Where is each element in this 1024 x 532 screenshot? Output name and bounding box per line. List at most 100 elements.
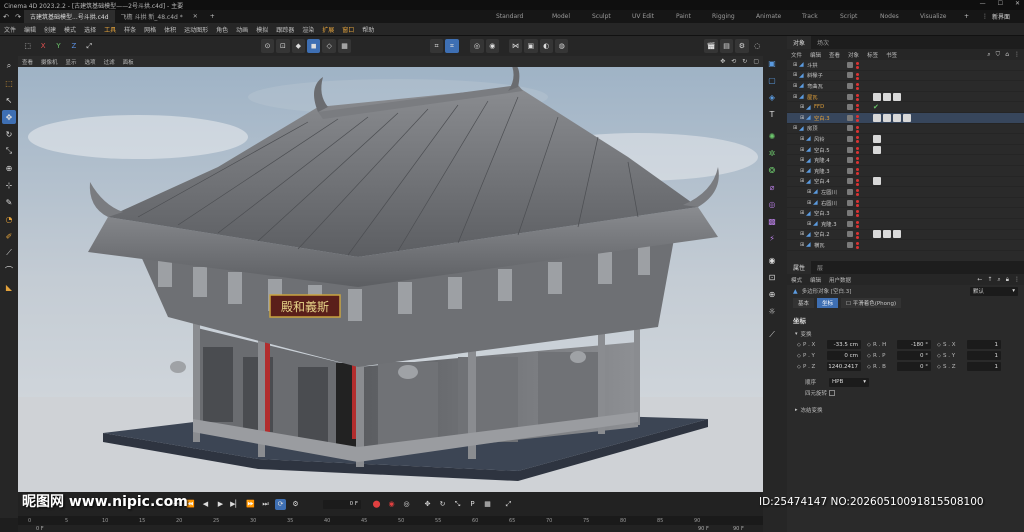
pose-icon[interactable]: ◍ — [554, 39, 569, 53]
am-up-icon[interactable]: ↑ — [987, 276, 992, 283]
play-icon[interactable]: ▶ — [215, 499, 226, 510]
editor-dot[interactable] — [856, 182, 859, 186]
cloner-icon[interactable]: ✲ — [765, 146, 779, 160]
object-tag-icon[interactable] — [873, 145, 881, 154]
text-create-icon[interactable]: T — [765, 107, 779, 121]
render-dot[interactable] — [856, 199, 859, 203]
effector-icon[interactable]: ❂ — [765, 163, 779, 177]
object-tag-icon[interactable] — [883, 230, 891, 239]
editor-dot[interactable] — [856, 87, 859, 91]
visibility-toggle[interactable] — [847, 241, 853, 248]
model-mode-icon[interactable]: ⊙ — [260, 39, 275, 53]
render-dot[interactable] — [856, 114, 859, 118]
close-icon[interactable]: ✕ — [1015, 0, 1020, 7]
editor-dot[interactable] — [856, 171, 859, 175]
pen-icon[interactable]: ✎ — [2, 195, 16, 209]
object-row[interactable]: ⊞ ◢ 横瓦 — [787, 240, 1024, 251]
paint-icon[interactable]: ◔ — [2, 212, 16, 226]
object-name[interactable]: 弯曲瓦 — [807, 82, 823, 90]
editor-dot[interactable] — [856, 161, 859, 165]
editor-dot[interactable] — [856, 76, 859, 80]
menu-extensions[interactable]: 扩展 — [318, 25, 338, 34]
generator-icon[interactable]: ◈ — [765, 90, 779, 104]
object-row[interactable]: ⊞ ◢ 房顶 — [787, 124, 1024, 135]
scale-field[interactable]: 1 — [967, 340, 1001, 349]
editor-dot[interactable] — [856, 150, 859, 154]
layout-model[interactable]: Model — [552, 13, 592, 20]
object-name[interactable]: 横瓦 — [814, 241, 825, 249]
tag-icon[interactable]: ⟋ — [765, 328, 779, 342]
rotate-icon[interactable]: ↻ — [2, 127, 16, 141]
layout-standard[interactable]: Standard — [496, 13, 552, 20]
tab-layers[interactable]: 层 — [811, 261, 829, 274]
om-menu-file[interactable]: 文件 — [787, 51, 806, 59]
visibility-toggle[interactable] — [847, 93, 853, 100]
object-tag-icon[interactable] — [873, 134, 881, 143]
om-filter-icon[interactable]: ⛉ — [996, 51, 1001, 59]
visibility-toggle[interactable] — [847, 210, 853, 217]
render-dot[interactable] — [856, 210, 859, 214]
render-dot[interactable] — [856, 189, 859, 193]
scale-field[interactable]: 1 — [967, 351, 1001, 360]
edges-mode-icon[interactable]: ◇ — [322, 39, 336, 53]
select-tool-icon[interactable]: ↖ — [2, 93, 16, 107]
vp-menu-view[interactable]: 查看 — [18, 58, 37, 66]
render-dot[interactable] — [856, 157, 859, 161]
prev-frame-icon[interactable]: ◀ — [200, 499, 211, 510]
3d-viewport[interactable]: 殿和義斯 — [18, 67, 763, 492]
loop-icon[interactable]: ⟳ — [275, 498, 286, 510]
environment-icon[interactable]: ⊕ — [765, 287, 779, 301]
object-tag-icon[interactable] — [893, 113, 901, 122]
visibility-toggle[interactable] — [847, 157, 853, 164]
enabled-check-icon[interactable]: ✔ — [873, 103, 879, 111]
render-dot[interactable] — [856, 104, 859, 108]
mode-dropdown[interactable]: 默认 ▾ — [970, 286, 1018, 296]
editor-dot[interactable] — [856, 97, 859, 101]
layout-visualize[interactable]: Visualize — [920, 13, 964, 20]
uv-mode-icon[interactable]: ▦ — [337, 39, 352, 53]
object-name[interactable]: 空白.3 — [814, 209, 830, 217]
subtab-phong[interactable]: ☐ 平滑着色(Phong) — [841, 298, 902, 308]
object-row[interactable]: ⊞ ◢ 风铃 — [787, 134, 1024, 145]
lock-workplane-icon[interactable]: ◉ — [485, 39, 500, 53]
object-row[interactable]: ⊞ ◢ 左圆川 — [787, 187, 1024, 198]
range-end-max[interactable]: 90 F — [733, 526, 744, 532]
object-name[interactable]: 空白.5 — [814, 146, 830, 154]
am-menu-edit[interactable]: 编辑 — [806, 276, 825, 284]
visibility-toggle[interactable] — [847, 231, 853, 238]
render-dot[interactable] — [856, 62, 859, 65]
render-dot[interactable] — [856, 83, 859, 87]
tab-objects[interactable]: 对象 — [787, 36, 812, 49]
object-tag-icon[interactable] — [903, 113, 911, 122]
snap-settings-icon[interactable]: ⌗ — [445, 39, 459, 53]
om-search-icon[interactable]: ⌕ — [987, 51, 990, 59]
axis-x-button[interactable]: X — [36, 39, 49, 53]
visibility-toggle[interactable] — [847, 135, 853, 142]
render-view-icon[interactable]: 🎬︎ — [704, 39, 718, 53]
symmetry-icon[interactable]: ⋈ — [508, 39, 523, 53]
menu-tracker[interactable]: 跟踪器 — [272, 25, 298, 34]
rotation-field[interactable]: 0 ° — [897, 362, 931, 371]
layout-rigging[interactable]: Rigging — [712, 13, 756, 20]
layout-track[interactable]: Track — [802, 13, 840, 20]
layout-animate[interactable]: Animate — [756, 13, 802, 20]
object-tag-icon[interactable] — [873, 177, 881, 186]
layout-menu-icon[interactable]: ⋮ — [982, 13, 992, 20]
menu-file[interactable]: 文件 — [0, 25, 20, 34]
field-icon[interactable]: ◎ — [765, 197, 779, 211]
auto-key-icon[interactable]: ◉ — [386, 499, 397, 510]
subtab-coordinates[interactable]: 坐标 — [817, 298, 839, 308]
vp-menu-options[interactable]: 选项 — [81, 58, 100, 66]
render-settings-icon[interactable]: ⚙ — [735, 39, 749, 53]
keyframe-icon[interactable]: ◎ — [401, 499, 412, 510]
redo-icon[interactable]: ↷ — [12, 13, 24, 21]
cube-create-icon[interactable]: ▣ — [765, 56, 779, 70]
mograph-icon[interactable]: ✺ — [765, 129, 779, 143]
editor-dot[interactable] — [856, 118, 859, 122]
add-layout-icon[interactable]: + — [964, 13, 982, 20]
object-row[interactable]: ⊞ ◢ 空白.5 — [787, 145, 1024, 156]
maximize-icon[interactable]: ☐ — [998, 0, 1003, 7]
am-lock-icon[interactable]: 🔒︎ — [1006, 276, 1009, 284]
camera-object-icon[interactable]: ⊡ — [765, 270, 779, 284]
visibility-toggle[interactable] — [847, 82, 853, 89]
